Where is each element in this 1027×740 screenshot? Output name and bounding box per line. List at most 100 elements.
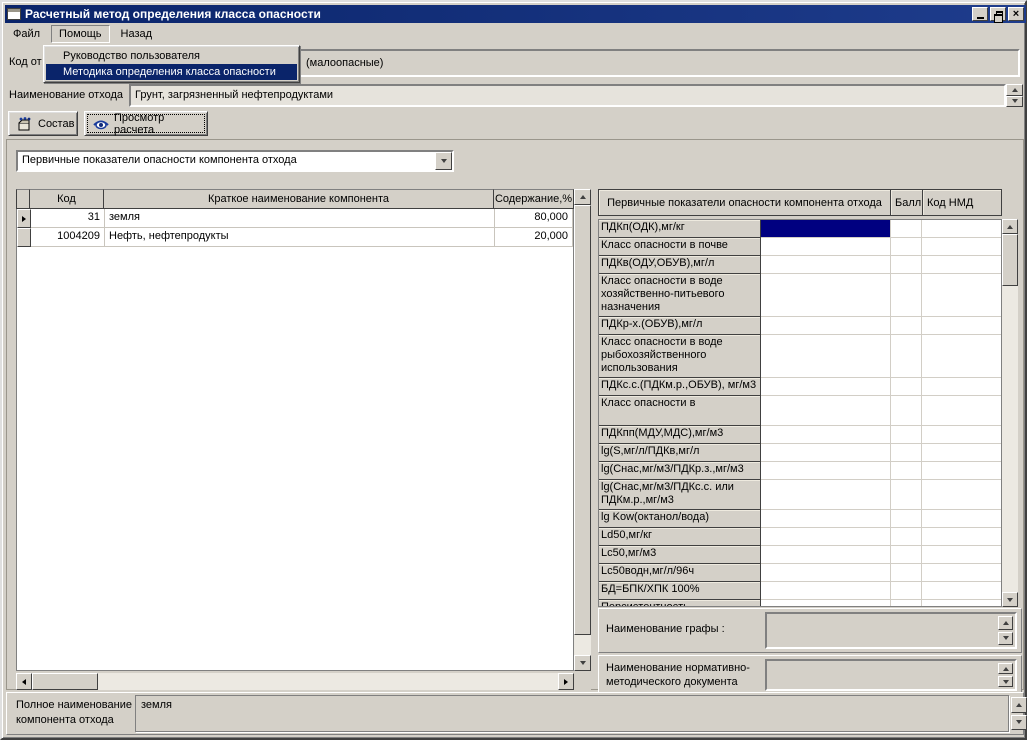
indicator-value-cell[interactable] bbox=[761, 600, 891, 607]
indicator-value-cell[interactable] bbox=[761, 510, 891, 528]
restore-button[interactable] bbox=[990, 7, 1006, 21]
indicator-nmd-cell[interactable] bbox=[922, 426, 1001, 444]
spin-down-button[interactable] bbox=[998, 676, 1013, 687]
indicator-value-cell[interactable] bbox=[761, 582, 891, 600]
indicator-ball-cell[interactable] bbox=[891, 238, 922, 256]
indicator-row[interactable]: Класс опасности в воде хозяйственно-пить… bbox=[599, 274, 1001, 317]
indicator-ball-cell[interactable] bbox=[891, 462, 922, 480]
indicator-nmd-cell[interactable] bbox=[922, 256, 1001, 274]
cell-name[interactable]: Нефть, нефтепродукты bbox=[105, 228, 495, 247]
indicator-nmd-cell[interactable] bbox=[922, 462, 1001, 480]
column-name-field[interactable] bbox=[765, 612, 1017, 649]
indicator-value-cell[interactable] bbox=[761, 238, 891, 256]
indicator-nmd-cell[interactable] bbox=[922, 582, 1001, 600]
scroll-thumb[interactable] bbox=[32, 673, 98, 690]
indicator-ball-cell[interactable] bbox=[891, 256, 922, 274]
spin-up-button[interactable] bbox=[998, 616, 1013, 630]
scroll-up-button[interactable] bbox=[574, 189, 591, 205]
indicator-row[interactable]: Ld50,мг/кг bbox=[599, 528, 1001, 546]
title-bar[interactable]: Расчетный метод определения класса опасн… bbox=[5, 5, 1026, 23]
indicator-row[interactable]: Lc50водн,мг/л/96ч bbox=[599, 564, 1001, 582]
indicator-ball-cell[interactable] bbox=[891, 444, 922, 462]
scroll-left-button[interactable] bbox=[16, 673, 32, 690]
indicator-ball-cell[interactable] bbox=[891, 317, 922, 335]
indicator-row[interactable]: lg(Снас,мг/м3/ПДКс.с. или ПДКм.р.,мг/м3 bbox=[599, 480, 1001, 510]
close-button[interactable]: × bbox=[1008, 7, 1024, 21]
indicator-nmd-cell[interactable] bbox=[922, 335, 1001, 378]
indicator-row[interactable]: ПДКп(ОДК),мг/кг bbox=[599, 220, 1001, 238]
minimize-button[interactable] bbox=[972, 7, 988, 21]
indicator-value-cell[interactable] bbox=[761, 396, 891, 426]
indicator-ball-cell[interactable] bbox=[891, 600, 922, 607]
indicator-row[interactable]: Lc50,мг/м3 bbox=[599, 546, 1001, 564]
indicators-table-body[interactable]: ПДКп(ОДК),мг/кгКласс опасности в почвеПД… bbox=[598, 219, 1002, 607]
indicator-value-cell[interactable] bbox=[761, 256, 891, 274]
indicator-ball-cell[interactable] bbox=[891, 335, 922, 378]
spin-up-button[interactable] bbox=[1006, 84, 1023, 96]
tab-prosmotr-rascheta[interactable]: Просмотр расчета bbox=[84, 111, 208, 136]
indicator-ball-cell[interactable] bbox=[891, 378, 922, 396]
indicator-value-cell[interactable] bbox=[761, 274, 891, 317]
indicator-value-cell[interactable] bbox=[761, 220, 891, 238]
indicator-ball-cell[interactable] bbox=[891, 528, 922, 546]
spin-down-button[interactable] bbox=[1011, 715, 1027, 731]
indicator-nmd-cell[interactable] bbox=[922, 274, 1001, 317]
indicator-row[interactable]: Класс опасности в bbox=[599, 396, 1001, 426]
indicators-vscrollbar[interactable] bbox=[1002, 219, 1018, 607]
tab-sostav[interactable]: Состав bbox=[8, 111, 78, 136]
indicator-row[interactable]: БД=БПК/ХПК 100% bbox=[599, 582, 1001, 600]
combo-dropdown-button[interactable] bbox=[435, 152, 452, 170]
indicator-nmd-cell[interactable] bbox=[922, 546, 1001, 564]
indicator-ball-cell[interactable] bbox=[891, 582, 922, 600]
indicator-nmd-cell[interactable] bbox=[922, 600, 1001, 607]
indicator-ball-cell[interactable] bbox=[891, 220, 922, 238]
indicator-row[interactable]: Класс опасности в воде рыбохозяйственног… bbox=[599, 335, 1001, 378]
cell-content[interactable]: 80,000 bbox=[495, 209, 573, 228]
indicator-value-cell[interactable] bbox=[761, 480, 891, 510]
indicator-value-cell[interactable] bbox=[761, 317, 891, 335]
indicator-nmd-cell[interactable] bbox=[922, 396, 1001, 426]
indicator-nmd-cell[interactable] bbox=[922, 378, 1001, 396]
full-component-name-field[interactable]: земля bbox=[135, 695, 1009, 732]
indicator-nmd-cell[interactable] bbox=[922, 564, 1001, 582]
indicator-value-cell[interactable] bbox=[761, 426, 891, 444]
indicator-value-cell[interactable] bbox=[761, 444, 891, 462]
indicator-ball-cell[interactable] bbox=[891, 396, 922, 426]
indicator-nmd-cell[interactable] bbox=[922, 317, 1001, 335]
indicator-ball-cell[interactable] bbox=[891, 274, 922, 317]
indicator-row[interactable]: ПДКпп(МДУ,МДС),мг/м3 bbox=[599, 426, 1001, 444]
waste-name-field[interactable]: Грунт, загрязненный нефтепродуктами bbox=[129, 84, 1006, 107]
indicator-row[interactable]: ПДКр-х.(ОБУВ),мг/л bbox=[599, 317, 1001, 335]
scroll-up-button[interactable] bbox=[1002, 219, 1018, 234]
indicator-value-cell[interactable] bbox=[761, 546, 891, 564]
normative-doc-field[interactable] bbox=[765, 659, 1017, 691]
indicator-group-select[interactable]: Первичные показатели опасности компонент… bbox=[16, 150, 454, 172]
cell-name[interactable]: земля bbox=[105, 209, 495, 228]
spin-down-button[interactable] bbox=[1006, 96, 1023, 108]
indicator-ball-cell[interactable] bbox=[891, 426, 922, 444]
menu-file[interactable]: Файл bbox=[5, 25, 48, 43]
indicator-value-cell[interactable] bbox=[761, 378, 891, 396]
indicator-ball-cell[interactable] bbox=[891, 546, 922, 564]
spin-up-button[interactable] bbox=[998, 663, 1013, 674]
components-hscrollbar[interactable] bbox=[16, 673, 574, 690]
menu-help[interactable]: Помощь bbox=[51, 25, 110, 43]
indicator-nmd-cell[interactable] bbox=[922, 238, 1001, 256]
table-row[interactable]: 31земля80,000 bbox=[17, 209, 573, 228]
indicator-row[interactable]: Класс опасности в почве bbox=[599, 238, 1001, 256]
indicator-value-cell[interactable] bbox=[761, 462, 891, 480]
table-row[interactable]: 1004209Нефть, нефтепродукты20,000 bbox=[17, 228, 573, 247]
help-menu-item[interactable]: Методика определения класса опасности bbox=[46, 64, 297, 80]
indicator-row[interactable]: ПДКв(ОДУ,ОБУВ),мг/л bbox=[599, 256, 1001, 274]
indicator-value-cell[interactable] bbox=[761, 528, 891, 546]
indicator-nmd-cell[interactable] bbox=[922, 480, 1001, 510]
indicator-ball-cell[interactable] bbox=[891, 480, 922, 510]
indicator-ball-cell[interactable] bbox=[891, 564, 922, 582]
cell-code[interactable]: 31 bbox=[31, 209, 105, 228]
indicator-nmd-cell[interactable] bbox=[922, 528, 1001, 546]
components-table-body[interactable]: 31земля80,0001004209Нефть, нефтепродукты… bbox=[16, 209, 574, 671]
indicator-nmd-cell[interactable] bbox=[922, 444, 1001, 462]
components-vscrollbar[interactable] bbox=[574, 189, 591, 671]
scroll-thumb[interactable] bbox=[1002, 234, 1018, 286]
indicator-nmd-cell[interactable] bbox=[922, 220, 1001, 238]
